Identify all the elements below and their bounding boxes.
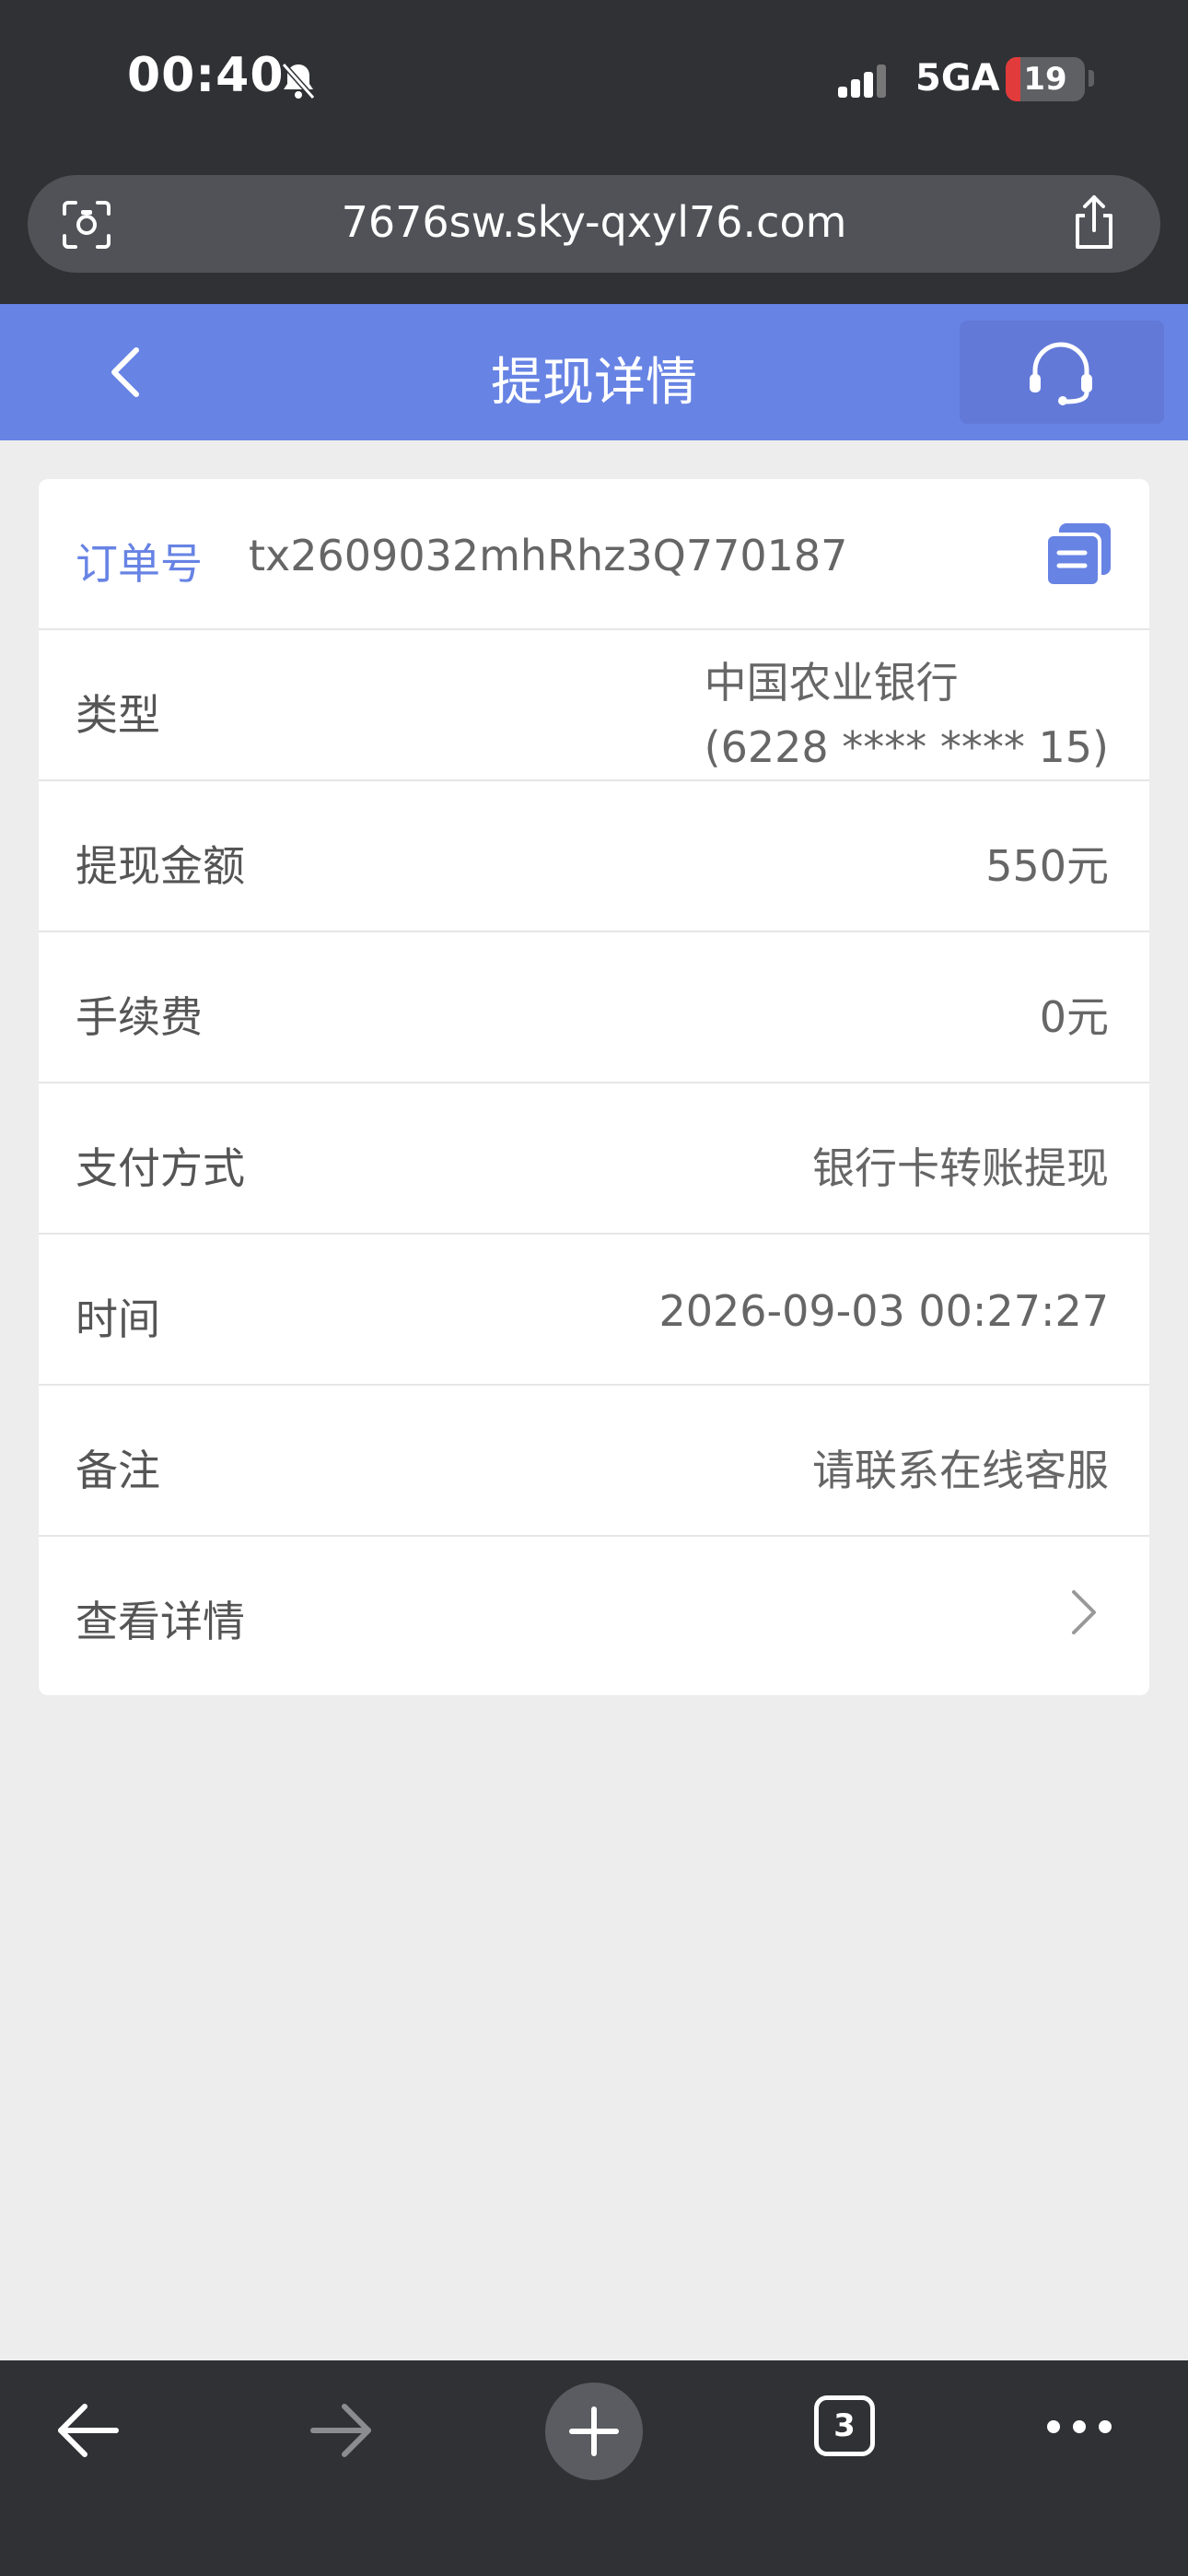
url-text[interactable]: 7676sw.sky-qxyl76.com xyxy=(28,197,1160,247)
status-time: 00:40 xyxy=(127,48,285,103)
status-bar: 00:40 5GA 19 xyxy=(0,0,1188,166)
bank-name: 中国农业银行 xyxy=(704,658,959,708)
remark-row: 备注 请联系在线客服 xyxy=(39,1386,1149,1537)
bell-muted-icon xyxy=(281,63,316,100)
amount-label: 提现金额 xyxy=(76,841,245,891)
plus-icon xyxy=(569,2406,619,2456)
fee-row: 手续费 0元 xyxy=(39,932,1149,1083)
view-details-label[interactable]: 查看详情 xyxy=(76,1588,245,1649)
signal-icon xyxy=(838,64,886,98)
network-type: 5GA xyxy=(915,57,1000,100)
tab-switcher-button[interactable]: 3 xyxy=(814,2395,875,2456)
order-number-row: 订单号 tx2609032mhRhz3Q770187 xyxy=(39,479,1149,630)
headset-icon xyxy=(1030,342,1092,405)
share-icon[interactable] xyxy=(1068,193,1120,252)
payment-method-label: 支付方式 xyxy=(76,1143,245,1193)
forward-arrow-icon[interactable] xyxy=(308,2401,374,2460)
type-row: 类型 中国农业银行 (6228 **** **** 15) xyxy=(39,630,1149,781)
withdrawal-detail-card: 订单号 tx2609032mhRhz3Q770187 类型 中国农业银行 (62… xyxy=(39,479,1149,1695)
battery-indicator: 19 xyxy=(1006,57,1085,101)
remark-label: 备注 xyxy=(76,1446,160,1495)
card-number: (6228 **** **** 15) xyxy=(704,722,1109,772)
chevron-right-icon xyxy=(1072,1590,1096,1634)
customer-service-button[interactable] xyxy=(960,321,1164,424)
battery-level: 19 xyxy=(1023,61,1067,98)
payment-method-row: 支付方式 银行卡转账提现 xyxy=(39,1083,1149,1235)
more-menu-icon[interactable] xyxy=(1046,2418,1112,2436)
amount-value: 550元 xyxy=(985,841,1109,891)
time-label: 时间 xyxy=(76,1294,160,1344)
type-value: 中国农业银行 (6228 **** **** 15) xyxy=(705,650,1109,779)
type-label: 类型 xyxy=(76,690,160,740)
view-details-row[interactable]: 查看详情 xyxy=(39,1537,1149,1688)
time-value: 2026-09-03 00:27:27 xyxy=(658,1286,1109,1336)
amount-row: 提现金额 550元 xyxy=(39,781,1149,932)
fee-label: 手续费 xyxy=(76,992,203,1042)
payment-method-value: 银行卡转账提现 xyxy=(812,1143,1109,1193)
new-tab-button[interactable] xyxy=(545,2383,643,2480)
back-arrow-icon[interactable] xyxy=(55,2401,122,2460)
fee-value: 0元 xyxy=(1039,992,1109,1042)
app-header: 提现详情 xyxy=(0,304,1188,440)
copy-icon[interactable] xyxy=(1044,521,1112,588)
battery-tip xyxy=(1089,70,1094,87)
order-number-value: tx2609032mhRhz3Q770187 xyxy=(249,531,848,580)
order-number-label: 订单号 xyxy=(76,539,203,589)
browser-toolbar: 3 xyxy=(0,2360,1188,2576)
address-bar[interactable]: 7676sw.sky-qxyl76.com xyxy=(28,175,1160,273)
time-row: 时间 2026-09-03 00:27:27 xyxy=(39,1235,1149,1386)
remark-value: 请联系在线客服 xyxy=(812,1446,1109,1495)
